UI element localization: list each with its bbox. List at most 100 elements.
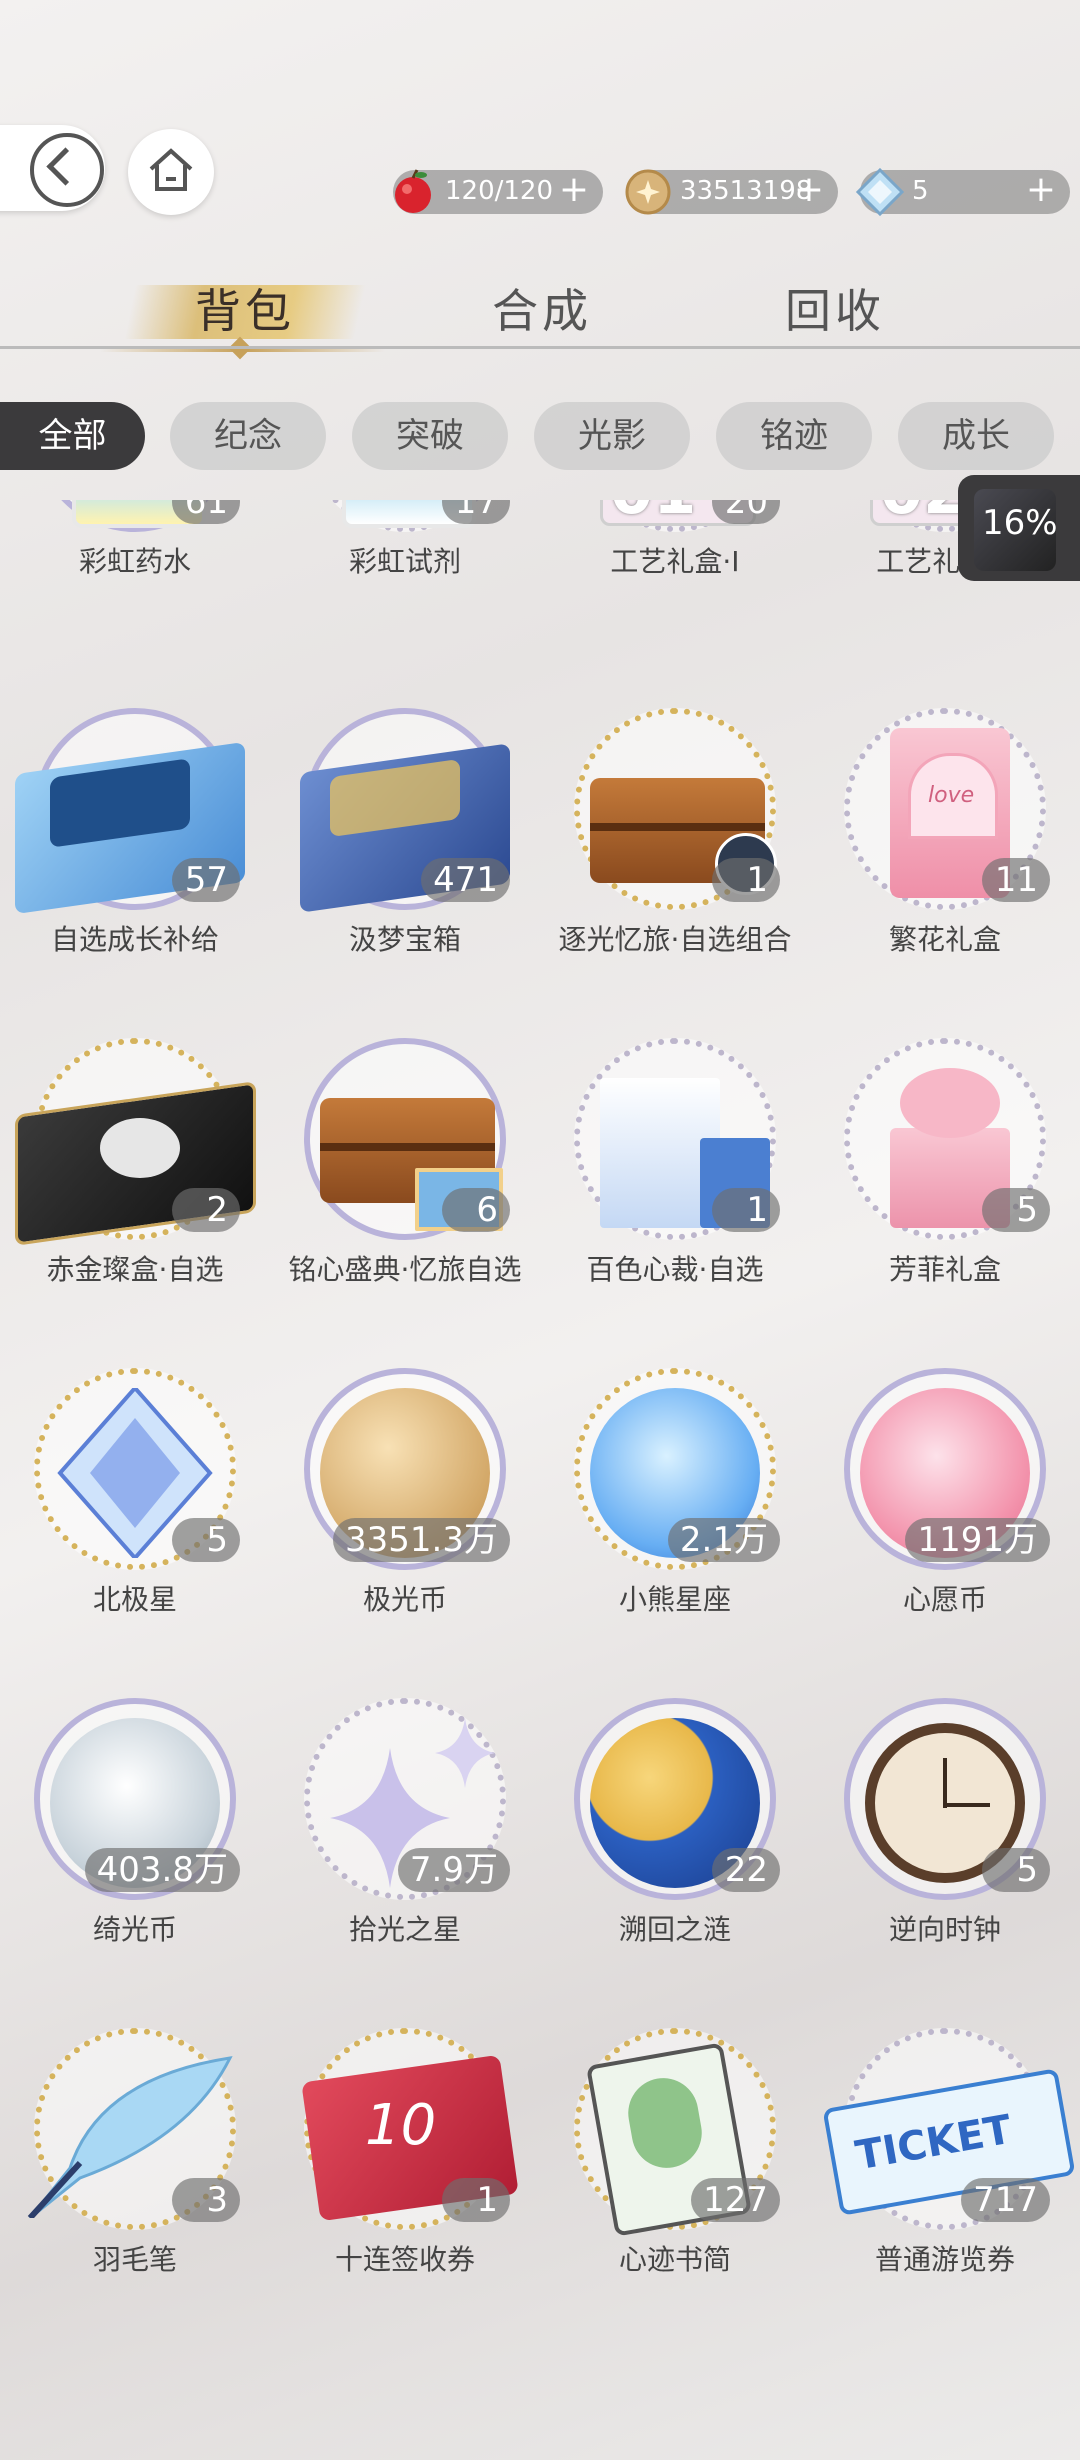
item-name: 工艺礼盒·I [610,545,740,578]
item-ripple-return[interactable]: 22 溯回之涟 [540,1698,810,2028]
item-craft-box-1[interactable]: 01 20 工艺礼盒·I [540,500,810,660]
item-name: 繁花礼盒 [888,923,1001,956]
item-count: 11 [982,858,1050,902]
item-count: 6 [442,1188,510,1232]
item-name: 羽毛笔 [92,2243,177,2276]
add-stamina-button[interactable]: + [559,171,589,209]
item-rainbow-reagent[interactable]: 17 彩虹试剂 [270,500,540,660]
gem-currency: 5 + [855,167,1070,217]
apple-icon [395,169,431,213]
filter-memorial[interactable]: 纪念 [170,402,326,470]
item-count: 1 [712,1188,780,1232]
item-fragrant-gift-box[interactable]: 5 芳菲礼盒 [810,1038,1080,1368]
item-colorful-heart-select[interactable]: 1 百色心裁·自选 [540,1038,810,1368]
stamina-currency: 120/120 + [393,169,603,214]
item-name: 绮光币 [92,1913,177,1946]
item-growth-supply[interactable]: 57 自选成长补给 [0,708,270,1038]
coin-value: 33513198 [680,176,813,206]
item-count: 5 [982,1848,1050,1892]
item-count: 2.1万 [667,1518,780,1562]
item-name: 拾光之星 [348,1913,461,1946]
item-gathered-star[interactable]: 7.9万 拾光之星 [270,1698,540,2028]
item-name: 彩虹药水 [78,545,191,578]
item-count: 7.9万 [397,1848,510,1892]
item-flower-gift-box[interactable]: love 11 繁花礼盒 [810,708,1080,1038]
item-name: 心迹书简 [618,2243,731,2276]
main-tabs: 背包 合成 回收 [0,270,1080,360]
item-dream-chest[interactable]: 471 汲梦宝箱 [270,708,540,1038]
filter-growth[interactable]: 成长 [898,402,1054,470]
ten-label: 10 [365,2093,437,2158]
item-count: 1191万 [905,1518,1050,1562]
item-count: 1 [442,2178,510,2222]
item-count: 1 [712,858,780,902]
box-number: 01 [610,500,696,528]
item-heart-letter[interactable]: 127 心迹书简 [540,2028,810,2300]
item-count: 22 [712,1848,780,1892]
item-name: 普通游览券 [874,2243,1015,2276]
item-name: 溯回之涟 [618,1913,731,1946]
item-count: 5 [982,1188,1050,1232]
item-name: 逐光忆旅·自选组合 [558,923,792,956]
item-gold-box-select[interactable]: 2 赤金璨盒·自选 [0,1038,270,1368]
item-ten-pull-ticket[interactable]: 10 1 十连签收券 [270,2028,540,2300]
item-count: 57 [172,858,240,902]
item-name: 自选成长补给 [50,923,219,956]
item-grid: 61 彩虹药水 17 彩虹试剂 01 20 工艺礼盒·I 02 工艺礼盒·II [0,500,1080,2300]
item-wish-coin[interactable]: 1191万 心愿币 [810,1368,1080,1698]
item-polaris[interactable]: 5 北极星 [0,1368,270,1698]
item-name: 百色心裁·自选 [586,1253,764,1286]
item-quill-pen[interactable]: 3 羽毛笔 [0,2028,270,2300]
item-count: 403.8万 [84,1848,240,1892]
download-progress-badge[interactable]: 16% [958,475,1080,581]
item-name: 心愿币 [902,1583,987,1616]
filter-engraving[interactable]: 铭迹 [716,402,872,470]
item-name: 芳菲礼盒 [888,1253,1001,1286]
filter-breakthrough[interactable]: 突破 [352,402,508,470]
item-count: 61 [172,500,240,524]
coin-icon [625,169,671,215]
item-name: 赤金璨盒·自选 [46,1253,224,1286]
filter-light[interactable]: 光影 [534,402,690,470]
item-radiance-coin[interactable]: 403.8万 绮光币 [0,1698,270,2028]
gem-value: 5 [912,176,929,206]
item-count: 20 [712,500,780,524]
item-aurora-coin[interactable]: 3351.3万 极光币 [270,1368,540,1698]
item-celebration-select[interactable]: 6 铭心盛典·忆旅自选 [270,1038,540,1368]
tabs-divider [0,346,1080,349]
tab-compose[interactable]: 合成 [492,275,592,341]
item-reverse-clock[interactable]: 5 逆向时钟 [810,1698,1080,2028]
item-name: 汲梦宝箱 [348,923,461,956]
progress-percent: 16% [982,503,1058,543]
item-light-trip-combo[interactable]: 1 逐光忆旅·自选组合 [540,708,810,1038]
item-count: 3 [172,2178,240,2222]
item-name: 北极星 [92,1583,177,1616]
item-count: 471 [421,858,510,902]
item-name: 十连签收券 [334,2243,475,2276]
item-name: 逆向时钟 [888,1913,1001,1946]
back-button[interactable] [0,125,105,211]
item-count: 5 [172,1518,240,1562]
diamond-icon [855,167,905,217]
item-rainbow-potion[interactable]: 61 彩虹药水 [0,500,270,660]
tab-recycle[interactable]: 回收 [785,275,885,341]
item-count: 17 [442,500,510,524]
home-button[interactable] [128,129,214,215]
add-coin-button[interactable]: + [794,171,824,209]
item-count: 127 [691,2178,780,2222]
item-tour-ticket[interactable]: TICKET 717 普通游览券 [810,2028,1080,2300]
item-ursa-minor[interactable]: 2.1万 小熊星座 [540,1368,810,1698]
home-icon [149,148,193,191]
item-count: 3351.3万 [333,1518,510,1562]
stamina-value: 120/120 [445,176,554,206]
item-name: 彩虹试剂 [348,545,461,578]
item-name: 铭心盛典·忆旅自选 [288,1253,522,1286]
tab-bag[interactable]: 背包 [195,275,295,341]
item-count: 717 [961,2178,1050,2222]
item-name: 极光币 [362,1583,447,1616]
item-name: 小熊星座 [618,1583,731,1616]
love-label: love [928,783,975,808]
item-count: 2 [172,1188,240,1232]
filter-all[interactable]: 全部 [0,402,145,470]
add-gem-button[interactable]: + [1026,171,1056,209]
